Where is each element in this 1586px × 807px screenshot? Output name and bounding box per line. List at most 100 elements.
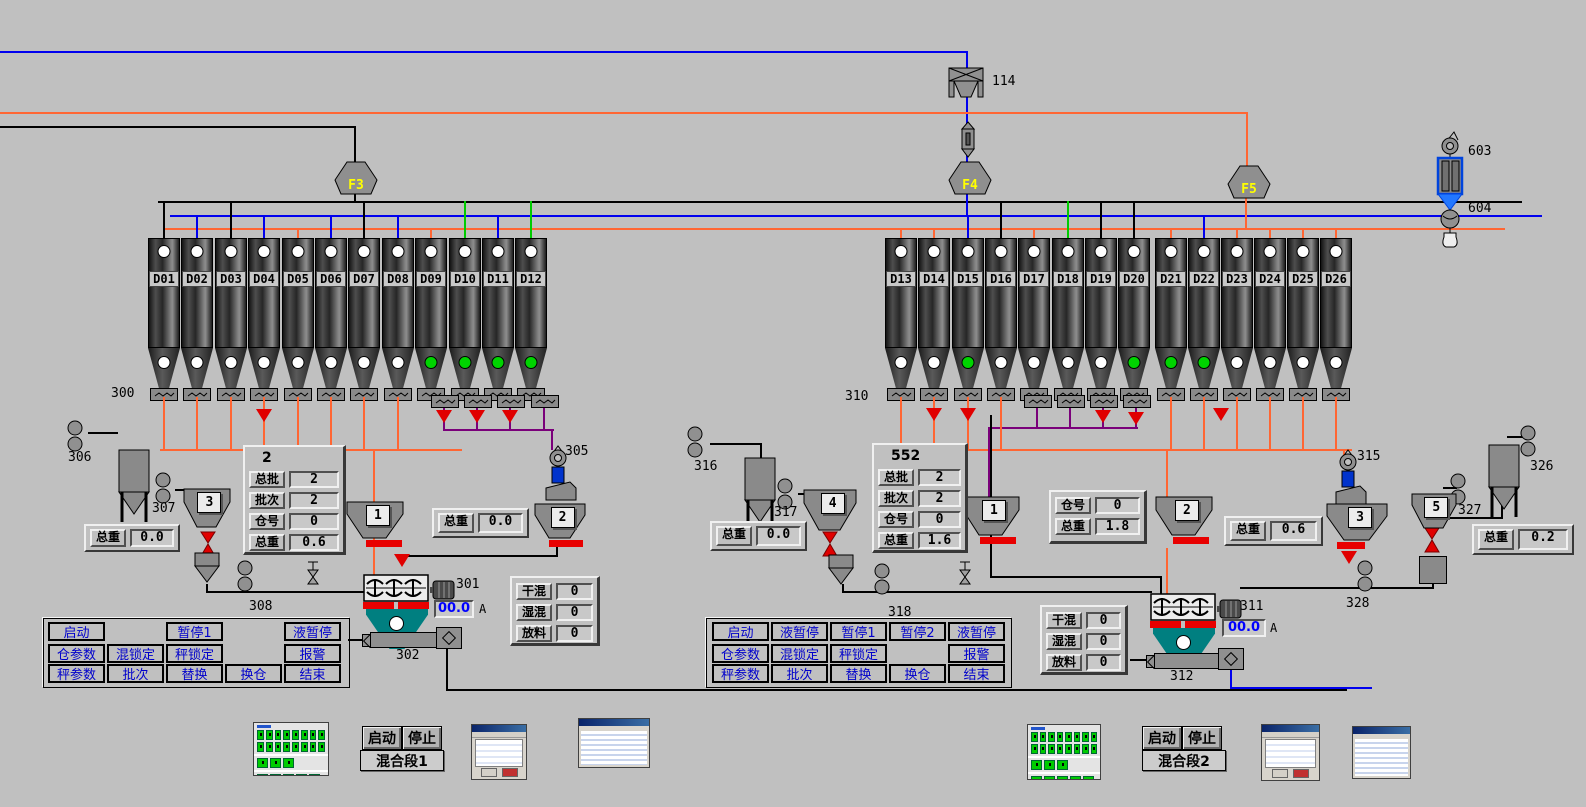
control-right-alarm-button[interactable]: 报警 (948, 644, 1005, 663)
control-right-pause2-button[interactable]: 暂停2 (889, 622, 946, 641)
control-right-end-button[interactable]: 结束 (948, 664, 1005, 683)
section2-start-button[interactable]: 启动 (1142, 726, 1182, 750)
silo-cone (1118, 348, 1150, 388)
silo-body: D01 (148, 238, 180, 348)
control-left-switch-bin-button[interactable]: 换仓 (225, 664, 282, 683)
control-right-bin-params-button[interactable]: 仓参数 (712, 644, 769, 663)
silo-top-lamp (525, 245, 538, 258)
silo-D24: D24 (1254, 238, 1286, 401)
silo-D17: D17 (1018, 238, 1050, 401)
silo-body: D05 (282, 238, 314, 348)
silo-id-plate: D13 (886, 271, 916, 287)
control-right-replace-button[interactable]: 替换 (830, 664, 887, 683)
matrix-cell (1091, 744, 1098, 754)
silo-top-lamp (325, 245, 338, 258)
recipe-matrix-thumbnail-1[interactable] (253, 722, 329, 776)
silo-body: D12 (515, 238, 547, 348)
row-label: 湿混 (516, 604, 552, 621)
matrix-cell (1031, 760, 1042, 770)
dialog-window-thumbnail-2[interactable] (1261, 724, 1320, 781)
control-left-pause1-button[interactable]: 暂停1 (166, 622, 223, 641)
mixer2-label: 311 (1240, 599, 1263, 614)
silo-326-label: 326 (1530, 459, 1553, 474)
matrix-row (257, 730, 325, 740)
control-left-bin-params-button[interactable]: 仓参数 (48, 644, 105, 663)
pipe-line (990, 576, 1162, 578)
section2-stop-button[interactable]: 停止 (1182, 726, 1222, 750)
row-value: 2 (918, 490, 961, 507)
control-right-liquid-pause-button[interactable]: 液暂停 (771, 622, 828, 641)
thumbnail-menubar (472, 732, 526, 738)
silo-body: D04 (248, 238, 280, 348)
silo-feed-line (1100, 201, 1102, 238)
control-right-switch-bin-button[interactable]: 换仓 (889, 664, 946, 683)
silo-feed-line (1335, 228, 1337, 238)
mixer1-current-display: 00.0 (434, 600, 474, 618)
silo-bottom-lamp (392, 356, 405, 369)
control-right-start-button[interactable]: 启动 (712, 622, 769, 641)
control-right-batch-button[interactable]: 批次 (771, 664, 828, 683)
section1-stop-button[interactable]: 停止 (402, 726, 442, 750)
silo-id-plate: D05 (283, 271, 313, 287)
silo-cone (181, 348, 213, 388)
silo-bottom-lamp (459, 356, 472, 369)
rotary-318-icon (873, 563, 891, 595)
silo-D18: D18 (1052, 238, 1084, 401)
mixer1-gate-bar (363, 602, 429, 609)
control-right-liquid-pause-button[interactable]: 液暂停 (948, 622, 1005, 641)
row-label: 总重 (249, 534, 285, 551)
control-left-liquid-pause-button[interactable]: 液暂停 (284, 622, 341, 641)
silo-top-lamp (1095, 245, 1108, 258)
matrix-cell (301, 742, 308, 752)
discharge-line (163, 397, 165, 450)
screw-feeder-icon (431, 395, 459, 408)
silo-bottom-lamp (258, 356, 271, 369)
silo-bottom-lamp (492, 356, 505, 369)
section1-start-button[interactable]: 启动 (362, 726, 402, 750)
control-right-scale-params-button[interactable]: 秤参数 (712, 664, 769, 683)
mixer1-motor-icon (430, 579, 456, 601)
matrix-row (1031, 732, 1097, 742)
row-label: 总重 (1055, 518, 1091, 535)
matrix-cell (1044, 776, 1055, 780)
control-right-mix-lock-button[interactable]: 混锁定 (771, 644, 828, 663)
matrix-cell (270, 758, 281, 768)
silo-id-plate: D24 (1255, 271, 1285, 287)
silo-bottom-lamp (928, 356, 941, 369)
control-right-scale-lock-button[interactable]: 秤锁定 (830, 644, 887, 663)
matrix-cell (1040, 732, 1047, 742)
silo-bottom-lamp (962, 356, 975, 369)
control-left-scale-lock-button[interactable]: 秤锁定 (166, 644, 223, 663)
report-table-thumbnail-2[interactable] (1352, 726, 1411, 779)
control-left-replace-button[interactable]: 替换 (166, 664, 223, 683)
control-left-scale-params-button[interactable]: 秤参数 (48, 664, 105, 683)
control-right-pause1-button[interactable]: 暂停1 (830, 622, 887, 641)
control-left-mix-lock-button[interactable]: 混锁定 (107, 644, 164, 663)
silo-id-plate: D19 (1086, 271, 1116, 287)
thumbnail-buttons (472, 768, 526, 777)
row-value: 0 (1086, 654, 1121, 671)
control-left-batch-button[interactable]: 批次 (107, 664, 164, 683)
pipe-line (88, 432, 118, 434)
silo-bottom-lamp (325, 356, 338, 369)
mixer2-current-unit: A (1270, 621, 1277, 635)
control-left-start-button[interactable]: 启动 (48, 622, 105, 641)
control-left-alarm-button[interactable]: 报警 (284, 644, 341, 663)
silo-id-plate: D03 (216, 271, 246, 287)
silo-top-lamp (492, 245, 505, 258)
bin-weight-panel-right: 仓号0总重1.8 (1049, 490, 1147, 544)
pipe-line (1230, 687, 1372, 689)
silo-bottom-lamp (1028, 356, 1041, 369)
silo-id-plate: D22 (1189, 271, 1219, 287)
control-left-end-button[interactable]: 结束 (284, 664, 341, 683)
conveyor1-label: 302 (396, 648, 419, 663)
recipe-matrix-thumbnail-2[interactable] (1027, 724, 1101, 780)
silo-body: D21 (1155, 238, 1187, 348)
mixer2-lamp (1176, 635, 1191, 650)
matrix-cell (1057, 760, 1068, 770)
matrix-cell (310, 730, 317, 740)
report-table-thumbnail-1[interactable] (578, 718, 650, 768)
silo-bottom-lamp (1095, 356, 1108, 369)
dialog-window-thumbnail-1[interactable] (471, 724, 527, 780)
row-value: 2 (918, 469, 961, 486)
